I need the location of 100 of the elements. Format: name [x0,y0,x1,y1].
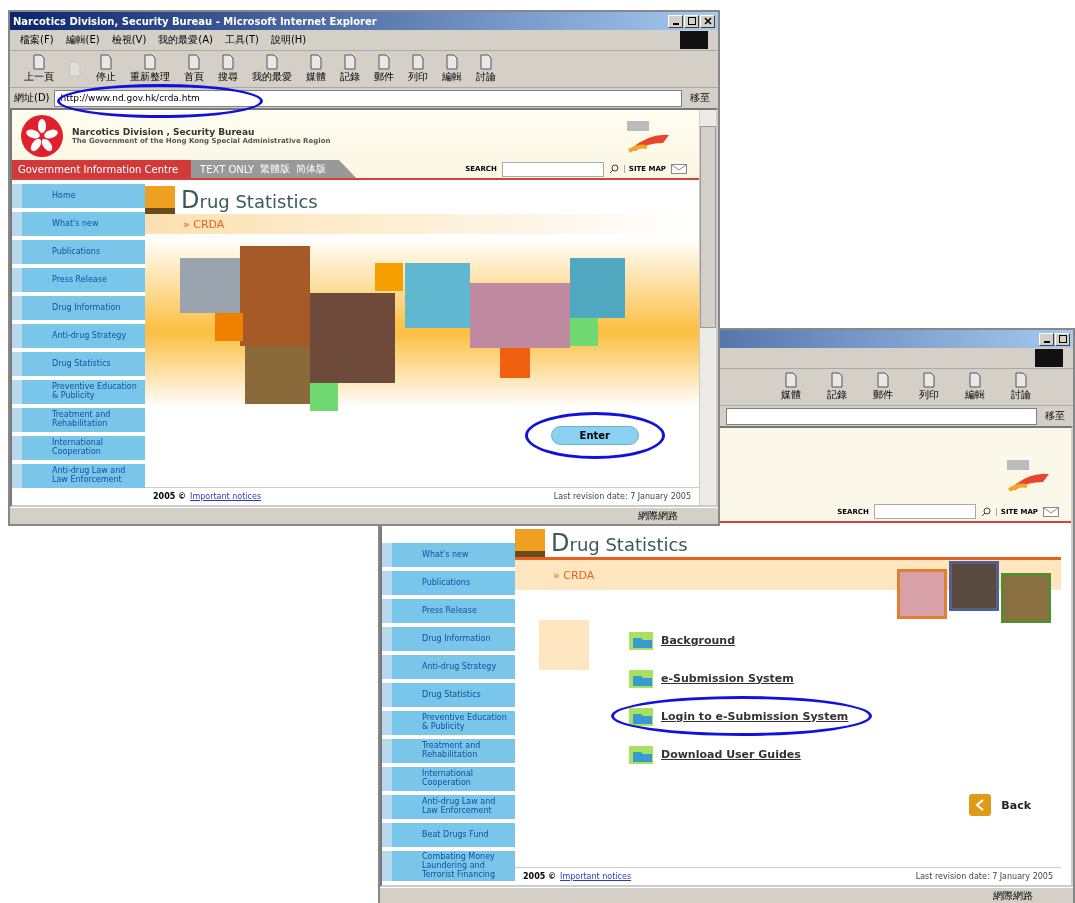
address-field[interactable]: http://www.nd.gov.hk/crda.htm [53,89,682,107]
toolbar-button[interactable]: 討論 [1009,372,1033,402]
sidebar-item[interactable]: Press Release [382,599,515,623]
go-button[interactable]: 移至 [686,91,714,105]
maximize-icon [1058,335,1067,343]
close-button[interactable] [700,14,715,28]
toolbar-button[interactable]: 媒體 [779,372,803,402]
document-icon [445,54,459,70]
sidebar-item[interactable]: Publications [382,571,515,595]
sidebar-item[interactable]: Drug Information [12,296,145,320]
notices-link[interactable]: Important notices [560,872,632,881]
document-icon [221,54,235,70]
toolbar-button[interactable]: 編輯 [963,372,987,402]
menu-item[interactable]: 我的最愛(A) [158,33,213,47]
toolbar-button[interactable]: 我的最愛 [250,54,294,84]
page-link[interactable]: e-Submission System [661,671,794,685]
menu-item[interactable]: 工具(T) [225,33,259,47]
copyright-text: 2005 © [153,492,187,501]
search-field[interactable] [873,504,976,519]
toolbar-button[interactable]: 編輯 [440,54,464,84]
close-icon [703,17,712,25]
sidebar-item[interactable]: Publications [12,240,145,264]
status-zone: 網際網路 [637,509,679,523]
menu-item[interactable]: 說明(H) [270,33,307,47]
menu-item[interactable]: 檔案(F) [20,33,54,47]
mail-icon[interactable] [671,164,687,174]
photo-placeholder [949,561,999,611]
scrollbar[interactable] [699,110,716,505]
back-link[interactable]: Back [1001,798,1031,812]
notices-link[interactable]: Important notices [190,492,262,501]
document-icon [99,54,113,70]
toolbar-button[interactable]: 首頁 [182,54,206,84]
sidebar-item[interactable]: Preventive Education & Publicity [12,380,145,404]
toolbar-button[interactable]: 討論 [474,54,498,84]
sidebar-item[interactable]: International Cooperation [382,767,515,791]
page-link[interactable]: Background [661,633,736,647]
page-link[interactable]: Download User Guides [661,747,801,761]
toolbar-button[interactable]: 記錄 [825,372,849,402]
sidebar-item[interactable]: Drug Statistics [12,352,145,376]
toolbar-button[interactable]: 記錄 [338,54,362,84]
sidebar-item[interactable]: Drug Statistics [382,683,515,707]
document-icon [968,372,982,388]
document-icon [265,54,279,70]
photo-placeholder [1001,573,1051,623]
toolbar-button[interactable]: 郵件 [871,372,895,402]
sidebar-item[interactable]: Preventive Education & Publicity [382,711,515,735]
toolbar-button[interactable]: 停止 [94,54,118,84]
enter-button[interactable]: Enter [550,426,639,445]
toolbar-button[interactable]: 上一頁 [22,54,56,84]
sidebar-item[interactable]: Anti-drug Law and Law Enforcement [382,795,515,819]
document-icon [411,54,425,70]
search-icon[interactable] [608,164,619,174]
document-icon [830,372,844,388]
sidebar-item[interactable]: What's new [382,543,515,567]
page-heading: Drug Statistics [181,186,318,214]
toolbar-button[interactable]: 郵件 [372,54,396,84]
page-heading: Drug Statistics [551,529,688,557]
sidebar-item[interactable]: What's new [12,212,145,236]
sidebar-item[interactable]: Drug Information [382,627,515,651]
toolbar-button[interactable]: 媒體 [304,54,328,84]
minimize-button[interactable] [668,14,683,28]
sidebar-item[interactable]: Press Release [12,268,145,292]
document-icon [343,54,357,70]
search-icon[interactable] [980,506,991,517]
maximize-button[interactable] [1055,332,1070,346]
toolbar-button[interactable]: 列印 [406,54,430,84]
toolbar-button[interactable]: 搜尋 [216,54,240,84]
sidebar-item[interactable]: Treatment and Rehabilitation [382,739,515,763]
sidebar-item[interactable]: Anti-drug Strategy [12,324,145,348]
document-icon [922,372,936,388]
sidebar-item[interactable]: Anti-drug Law and Law Enforcement [12,464,145,488]
sidebar-item[interactable]: Combating Money Laundering and Terrorist Financing [382,851,515,882]
page-link[interactable]: Login to e-Submission System [661,709,849,723]
document-icon [784,372,798,388]
revision-date: Last revision date: 7 January 2005 [553,492,691,501]
revision-date: Last revision date: 7 January 2005 [915,872,1053,881]
folder-icon [629,744,655,764]
address-field[interactable] [726,407,1037,425]
document-icon [479,54,493,70]
menu-item[interactable]: 編輯(E) [65,33,100,47]
sidebar-item[interactable]: International Cooperation [12,436,145,460]
emblem-icon [20,114,64,158]
minimize-button[interactable] [1039,332,1054,346]
go-button[interactable]: 移至 [1041,409,1069,423]
photo-placeholder [897,569,947,619]
document-icon [143,54,157,70]
menu-item[interactable]: 檢視(V) [111,33,147,47]
toolbar-button[interactable]: 列印 [917,372,941,402]
maximize-button[interactable] [684,14,699,28]
sidebar-item[interactable]: Treatment and Rehabilitation [12,408,145,432]
toolbar-button[interactable]: 重新整理 [128,54,172,84]
sidebar-item[interactable]: Home [12,184,145,208]
sidebar-item[interactable]: Beat Drugs Fund [382,823,515,847]
heading-icon [145,186,175,214]
sidebar-item[interactable]: Anti-drug Strategy [382,655,515,679]
search-field[interactable] [501,161,604,177]
agency-name: Narcotics Division , Security Bureau [72,127,256,137]
nav-link[interactable]: Government Information Centre [18,163,179,175]
mail-icon[interactable] [1043,506,1059,517]
section-title: » CRDA [553,568,595,582]
